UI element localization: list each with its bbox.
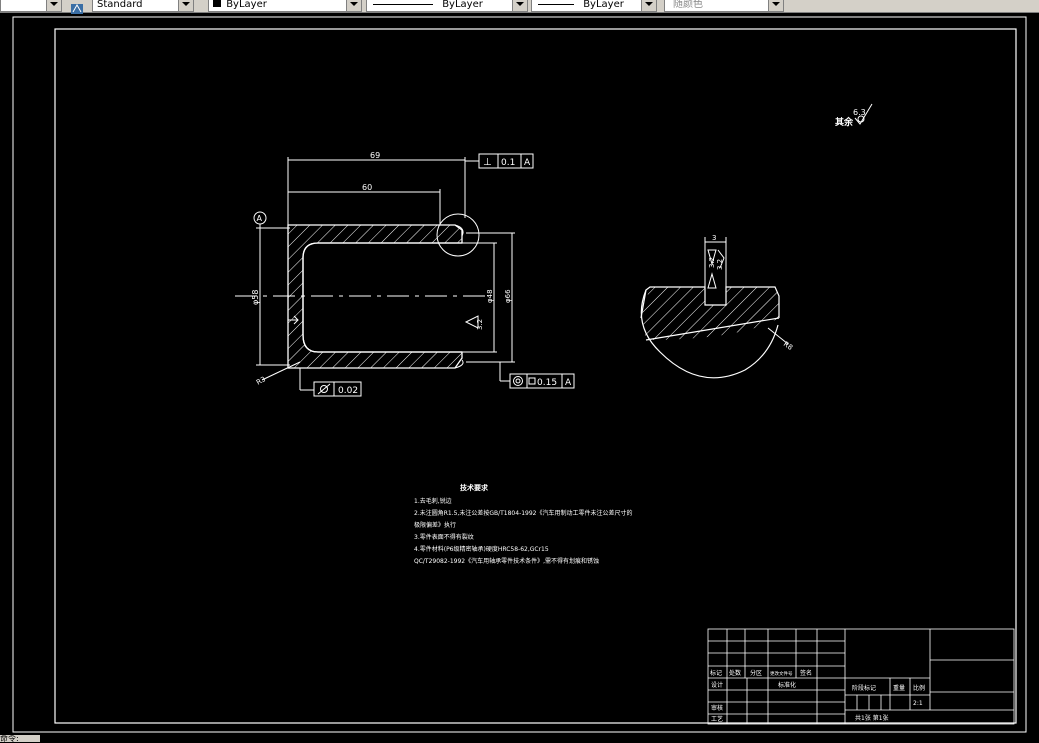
linetype-combo[interactable]: ByLayer <box>366 0 528 12</box>
chevron-down-icon[interactable] <box>641 0 656 11</box>
command-line[interactable]: 命令: <box>0 735 40 743</box>
section-view: 69 60 ⊥ 0.1 A A φ58 φ48 φ66 3.2 R3 0.02 … <box>235 151 575 397</box>
detail-body <box>641 287 779 340</box>
dim-60-label: 60 <box>362 183 372 192</box>
line-sample-icon <box>373 3 433 5</box>
gdt-conc-value: 0.15 <box>537 378 557 388</box>
surface-note-value: 6.3 <box>853 108 866 117</box>
inner-frame <box>54 28 1017 724</box>
gdt-perp-value: 0.1 <box>501 158 515 168</box>
concentricity-icon <box>513 376 523 386</box>
tb-weight: 重量 <box>893 684 905 692</box>
lineweight-combo[interactable]: ByLayer <box>531 0 657 12</box>
radius-left-label: R3 <box>255 375 267 387</box>
dim-phi66-label: φ66 <box>504 289 512 303</box>
gdt-perp-symbol: ⊥ <box>483 157 492 168</box>
plotstyle-combo[interactable]: 随颜色 <box>664 0 784 12</box>
tb-review: 审核 <box>711 704 723 712</box>
tb-col-label: 标记 <box>710 669 722 677</box>
title-block-text: 标记 处数 分区 更改文件号 签名 设计 标准化 阶段标记 重量 比例 2:1 … <box>710 669 925 723</box>
inner-cavity-outline <box>302 242 462 353</box>
tb-process: 工艺 <box>711 715 723 723</box>
notes-line: 1.去毛刺,锐边 <box>414 497 452 505</box>
roughness-symbol-icon <box>707 249 717 289</box>
notes-line: 2.未注圆角R1.5,未注公差按GB/T1804-1992《汽车用制动工零件未注… <box>414 509 633 517</box>
detail-view: 3 3.2 3.2 R8 <box>640 234 794 379</box>
dim-69-label: 69 <box>370 151 380 160</box>
notes-line: 3.零件表面不得有裂纹 <box>414 533 474 541</box>
lineweight-value: ByLayer <box>583 0 624 10</box>
notes-line: QC/T29082-1992《汽车用轴承零件技术条件》,需不得有划痕和锈蚀 <box>414 557 599 565</box>
color-swatch-icon <box>213 0 221 7</box>
tb-design: 设计 <box>711 681 723 689</box>
chevron-down-icon[interactable] <box>768 0 783 11</box>
tb-col-label: 更改文件号 <box>770 670 793 677</box>
linetype-value: ByLayer <box>442 0 483 10</box>
gdt-perp-datum: A <box>524 158 531 168</box>
tb-scale-value: 2:1 <box>913 700 923 707</box>
drawing-canvas[interactable]: 其余 6.3 69 60 ⊥ 0.1 A A φ58 φ48 φ66 3.2 R… <box>0 12 1039 742</box>
gdt-cyl-value: 0.02 <box>338 386 358 396</box>
line-sample-icon <box>538 3 574 5</box>
tb-col-label: 分区 <box>750 669 762 677</box>
color-value: ByLayer <box>226 0 267 10</box>
dim-phi58-label: φ58 <box>251 290 260 305</box>
chevron-down-icon[interactable] <box>346 0 361 11</box>
notes-title: 技术要求 <box>460 483 489 492</box>
text-style-combo[interactable]: Standard <box>92 0 194 12</box>
plotstyle-value: 随颜色 <box>673 0 703 10</box>
text-style-value: Standard <box>97 0 143 10</box>
rough-right2: 3.2 <box>716 259 724 270</box>
tb-col-label: 签名 <box>800 669 812 677</box>
notes-line: 4.零件材料(P6级精密轴承)硬度HRC58-62,GCr15 <box>414 545 549 553</box>
cylindricity-icon <box>317 383 331 395</box>
gdt-conc-datum: A <box>565 378 572 388</box>
dim-phi48-label: φ48 <box>486 289 494 303</box>
color-combo[interactable]: ByLayer <box>208 0 362 12</box>
chevron-down-icon[interactable] <box>512 0 527 11</box>
rough-right1: 3.2 <box>708 257 716 268</box>
tb-scale-label: 比例 <box>913 684 925 692</box>
tb-sheets: 共1张 第1张 <box>855 714 889 722</box>
dim-right-top: 3 <box>712 234 716 242</box>
rough-inner-label: 3.2 <box>476 319 484 330</box>
radius-right-label: R8 <box>782 340 794 352</box>
left-combo[interactable] <box>0 0 62 12</box>
datum-label: A <box>257 214 263 223</box>
surface-note-text: 其余 <box>835 116 854 128</box>
flatness-box-icon <box>528 377 536 385</box>
text-style-icon[interactable] <box>70 0 84 14</box>
tb-stage: 阶段标记 <box>852 684 876 692</box>
chevron-down-icon[interactable] <box>178 0 193 11</box>
notes-line: 极限偏差》执行 <box>414 521 456 529</box>
tb-standard: 标准化 <box>778 681 796 689</box>
tb-col-label: 处数 <box>729 669 741 677</box>
technical-notes: 技术要求 1.去毛刺,锐边 2.未注圆角R1.5,未注公差按GB/T1804-1… <box>414 483 633 565</box>
chevron-down-icon[interactable] <box>46 0 61 11</box>
